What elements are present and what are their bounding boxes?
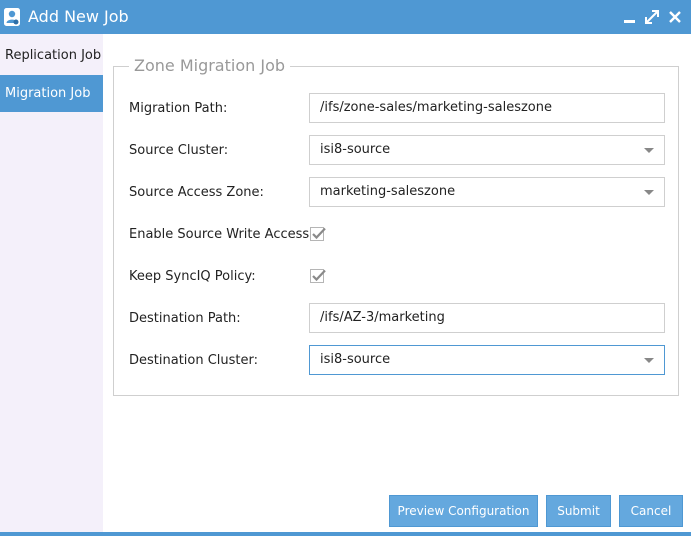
sidebar-item-replication-job[interactable]: Replication Job (0, 37, 103, 74)
minimize-icon[interactable] (621, 8, 639, 26)
maximize-icon[interactable] (643, 8, 661, 26)
source-access-zone-value: marketing-saleszone (320, 184, 456, 199)
submit-button[interactable]: Submit (546, 495, 611, 527)
destination-cluster-value: isi8-source (320, 352, 391, 367)
source-cluster-label: Source Cluster: (129, 143, 229, 158)
migration-path-value: /ifs/zone-sales/marketing-saleszone (320, 100, 552, 115)
group-legend: Zone Migration Job (129, 56, 291, 76)
user-gear-icon (4, 8, 20, 26)
migration-path-input[interactable]: /ifs/zone-sales/marketing-saleszone (309, 93, 665, 123)
window-title: Add New Job (28, 7, 129, 26)
source-access-zone-label: Source Access Zone: (129, 185, 264, 200)
destination-cluster-select[interactable]: isi8-source (309, 345, 665, 375)
keep-synciq-policy-label: Keep SyncIQ Policy: (129, 269, 256, 284)
destination-path-value: /ifs/AZ-3/marketing (320, 310, 445, 325)
enable-source-write-access-label: Enable Source Write Access: (129, 227, 314, 242)
preview-configuration-button[interactable]: Preview Configuration (389, 495, 538, 527)
migration-path-label: Migration Path: (129, 101, 228, 116)
source-cluster-select[interactable]: isi8-source (309, 135, 665, 165)
title-bar: Add New Job (0, 0, 691, 34)
source-access-zone-select[interactable]: marketing-saleszone (309, 177, 665, 207)
chevron-down-icon (644, 190, 654, 195)
bottom-border (0, 532, 691, 536)
sidebar: Replication Job Migration Job (0, 34, 103, 534)
cancel-button[interactable]: Cancel (619, 495, 683, 527)
destination-cluster-label: Destination Cluster: (129, 353, 259, 368)
destination-path-label: Destination Path: (129, 311, 241, 326)
source-cluster-value: isi8-source (320, 142, 391, 157)
keep-synciq-policy-checkbox[interactable] (310, 268, 326, 284)
enable-source-write-access-checkbox[interactable] (310, 226, 326, 242)
close-icon[interactable] (666, 8, 684, 26)
destination-path-input[interactable]: /ifs/AZ-3/marketing (309, 303, 665, 333)
sidebar-item-migration-job[interactable]: Migration Job (0, 75, 103, 112)
chevron-down-icon (644, 148, 654, 153)
chevron-down-icon (644, 358, 654, 363)
